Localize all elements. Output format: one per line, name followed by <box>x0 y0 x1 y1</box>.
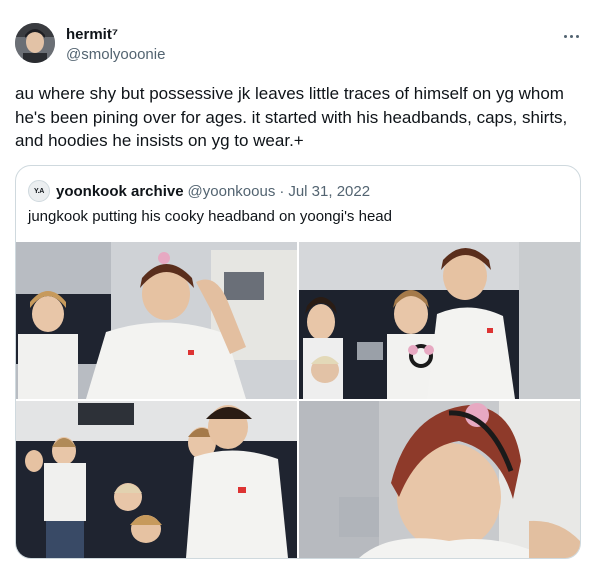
media-photo-2[interactable] <box>299 242 580 399</box>
quoted-author-avatar: Y.A <box>28 180 50 202</box>
author-handle[interactable]: @smolyooonie <box>66 46 165 63</box>
quoted-author-name: yoonkook archive <box>56 182 184 200</box>
author-display-name[interactable]: hermit⁷ <box>66 26 118 43</box>
quoted-tweet[interactable]: Y.A yoonkook archive @yoonkoous · Jul 31… <box>15 165 581 559</box>
quoted-author-handle: @yoonkoous <box>187 182 276 200</box>
media-photo-4[interactable] <box>299 401 580 558</box>
separator-dot: · <box>279 182 285 200</box>
media-photo-3[interactable] <box>16 401 297 558</box>
media-grid <box>16 242 580 558</box>
author-avatar[interactable] <box>15 23 55 63</box>
author-name-row: hermit⁷ <box>66 26 118 43</box>
quoted-tweet-text: jungkook putting his cooky headband on y… <box>28 208 392 225</box>
quoted-author-avatar-text: Y.A <box>34 187 44 195</box>
media-photo-1[interactable] <box>16 242 297 399</box>
tweet-text: au where shy but possessive jk leaves li… <box>15 84 568 150</box>
quoted-tweet-header: Y.A yoonkook archive @yoonkoous · Jul 31… <box>28 180 370 202</box>
more-options-icon[interactable] <box>560 26 582 46</box>
tweet: hermit⁷ @smolyooonie au where shy but po… <box>0 0 596 572</box>
quoted-tweet-date: Jul 31, 2022 <box>288 182 371 200</box>
